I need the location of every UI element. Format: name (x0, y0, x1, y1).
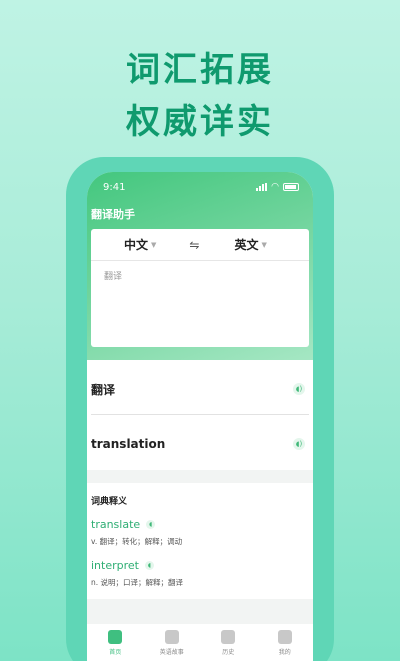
language-bar: 中文 ▼ ⇋ 英文 ▼ (91, 229, 309, 261)
dictionary-word[interactable]: interpret ◖ (91, 559, 154, 572)
speaker-icon[interactable]: ◖) (293, 438, 305, 450)
dictionary-definition: v. 翻译；转化；解释；调动 (91, 537, 183, 546)
dictionary-word[interactable]: translate ◖ (91, 518, 156, 531)
home-icon (108, 630, 123, 644)
speaker-icon[interactable]: ◖ (144, 561, 154, 570)
chevron-down-icon: ▼ (151, 240, 157, 249)
tab-english-stories[interactable]: 英语故事 (150, 630, 194, 661)
translated-result-text: translation (91, 437, 166, 451)
tab-bar: 首页 英语故事 历史 我的 (87, 624, 313, 661)
book-icon (164, 630, 179, 644)
source-result-text: 翻译 (91, 382, 116, 397)
status-time: 9:41 (103, 181, 126, 193)
battery-icon (283, 183, 299, 191)
wifi-icon: ◠ (271, 182, 279, 192)
source-language-select[interactable]: 中文 ▼ (124, 236, 156, 253)
swap-language-button[interactable]: ⇋ (189, 238, 199, 252)
source-result-row: 翻译 ◖) (91, 374, 309, 404)
dictionary-title: 词典释义 (91, 497, 128, 507)
tab-history[interactable]: 历史 (206, 630, 250, 661)
signal-icon (256, 183, 268, 191)
speaker-icon[interactable]: ◖) (293, 383, 305, 395)
target-language-select[interactable]: 英文 ▼ (234, 236, 266, 253)
promo-headline-1: 词汇拓展 (126, 50, 274, 90)
user-icon (277, 630, 292, 644)
translated-result-row: translation ◖) (91, 429, 309, 459)
history-icon (221, 630, 236, 644)
tab-profile[interactable]: 我的 (263, 630, 307, 661)
translation-input[interactable]: 翻译 (104, 269, 294, 282)
divider (91, 414, 309, 415)
app-title: 翻译助手 (91, 208, 135, 221)
tab-home[interactable]: 首页 (93, 630, 137, 661)
phone-screen: 9:41 ◠ 翻译助手 中文 ▼ ⇋ 英文 ▼ 翻译 翻译 ◖) transla… (87, 172, 313, 661)
chevron-down-icon: ▼ (261, 240, 267, 249)
promo-headline-2: 权威详实 (126, 102, 274, 142)
speaker-icon[interactable]: ◖ (146, 520, 156, 529)
translation-card: 中文 ▼ ⇋ 英文 ▼ 翻译 (91, 229, 309, 347)
dictionary-definition: n. 说明；口译；解释；翻译 (91, 578, 184, 587)
status-bar: 9:41 ◠ (103, 180, 299, 194)
